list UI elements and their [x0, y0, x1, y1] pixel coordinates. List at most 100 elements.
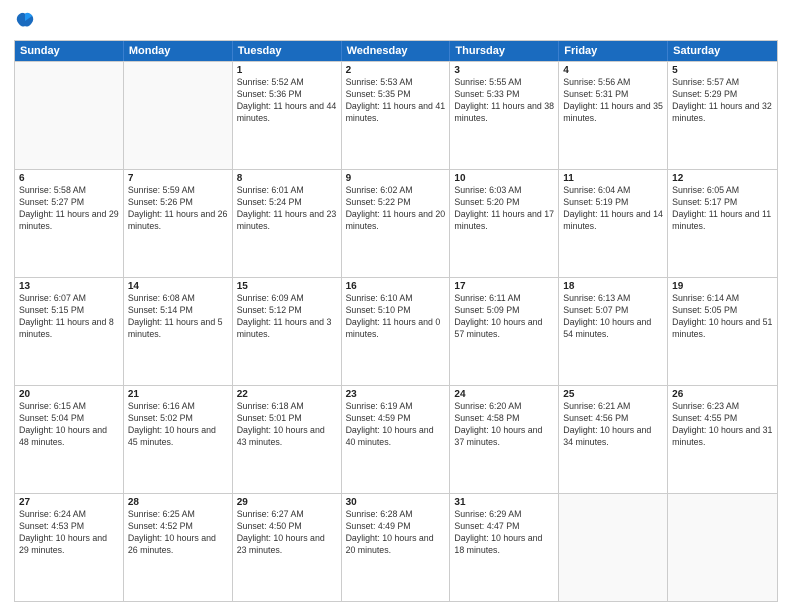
header: [14, 10, 778, 32]
cell-info-23: Sunrise: 6:19 AM Sunset: 4:59 PM Dayligh…: [346, 401, 446, 449]
logo-icon: [14, 10, 36, 32]
cell-info-29: Sunrise: 6:27 AM Sunset: 4:50 PM Dayligh…: [237, 509, 337, 557]
cell-info-25: Sunrise: 6:21 AM Sunset: 4:56 PM Dayligh…: [563, 401, 663, 449]
cell-info-20: Sunrise: 6:15 AM Sunset: 5:04 PM Dayligh…: [19, 401, 119, 449]
day-number-2: 2: [346, 65, 446, 76]
cell-info-30: Sunrise: 6:28 AM Sunset: 4:49 PM Dayligh…: [346, 509, 446, 557]
calendar-cell-20: 20Sunrise: 6:15 AM Sunset: 5:04 PM Dayli…: [15, 386, 124, 493]
calendar-cell-16: 16Sunrise: 6:10 AM Sunset: 5:10 PM Dayli…: [342, 278, 451, 385]
day-number-12: 12: [672, 173, 773, 184]
cell-info-19: Sunrise: 6:14 AM Sunset: 5:05 PM Dayligh…: [672, 293, 773, 341]
calendar-cell-empty: [15, 62, 124, 169]
cell-info-12: Sunrise: 6:05 AM Sunset: 5:17 PM Dayligh…: [672, 185, 773, 233]
cell-info-21: Sunrise: 6:16 AM Sunset: 5:02 PM Dayligh…: [128, 401, 228, 449]
calendar-cell-19: 19Sunrise: 6:14 AM Sunset: 5:05 PM Dayli…: [668, 278, 777, 385]
cell-info-17: Sunrise: 6:11 AM Sunset: 5:09 PM Dayligh…: [454, 293, 554, 341]
day-number-20: 20: [19, 389, 119, 400]
calendar-cell-3: 3Sunrise: 5:55 AM Sunset: 5:33 PM Daylig…: [450, 62, 559, 169]
day-number-21: 21: [128, 389, 228, 400]
cell-info-31: Sunrise: 6:29 AM Sunset: 4:47 PM Dayligh…: [454, 509, 554, 557]
day-number-30: 30: [346, 497, 446, 508]
calendar-cell-25: 25Sunrise: 6:21 AM Sunset: 4:56 PM Dayli…: [559, 386, 668, 493]
cell-info-6: Sunrise: 5:58 AM Sunset: 5:27 PM Dayligh…: [19, 185, 119, 233]
calendar-cell-empty: [559, 494, 668, 601]
calendar-cell-2: 2Sunrise: 5:53 AM Sunset: 5:35 PM Daylig…: [342, 62, 451, 169]
calendar-cell-empty: [124, 62, 233, 169]
calendar-cell-5: 5Sunrise: 5:57 AM Sunset: 5:29 PM Daylig…: [668, 62, 777, 169]
calendar-cell-24: 24Sunrise: 6:20 AM Sunset: 4:58 PM Dayli…: [450, 386, 559, 493]
cell-info-2: Sunrise: 5:53 AM Sunset: 5:35 PM Dayligh…: [346, 77, 446, 125]
cell-info-15: Sunrise: 6:09 AM Sunset: 5:12 PM Dayligh…: [237, 293, 337, 341]
cell-info-11: Sunrise: 6:04 AM Sunset: 5:19 PM Dayligh…: [563, 185, 663, 233]
calendar-cell-9: 9Sunrise: 6:02 AM Sunset: 5:22 PM Daylig…: [342, 170, 451, 277]
day-number-27: 27: [19, 497, 119, 508]
header-day-saturday: Saturday: [668, 41, 777, 61]
calendar-cell-27: 27Sunrise: 6:24 AM Sunset: 4:53 PM Dayli…: [15, 494, 124, 601]
calendar-row-2: 6Sunrise: 5:58 AM Sunset: 5:27 PM Daylig…: [15, 169, 777, 277]
day-number-29: 29: [237, 497, 337, 508]
day-number-22: 22: [237, 389, 337, 400]
calendar-cell-17: 17Sunrise: 6:11 AM Sunset: 5:09 PM Dayli…: [450, 278, 559, 385]
calendar-cell-1: 1Sunrise: 5:52 AM Sunset: 5:36 PM Daylig…: [233, 62, 342, 169]
day-number-17: 17: [454, 281, 554, 292]
calendar-cell-8: 8Sunrise: 6:01 AM Sunset: 5:24 PM Daylig…: [233, 170, 342, 277]
calendar-cell-21: 21Sunrise: 6:16 AM Sunset: 5:02 PM Dayli…: [124, 386, 233, 493]
calendar-row-4: 20Sunrise: 6:15 AM Sunset: 5:04 PM Dayli…: [15, 385, 777, 493]
calendar-cell-11: 11Sunrise: 6:04 AM Sunset: 5:19 PM Dayli…: [559, 170, 668, 277]
day-number-24: 24: [454, 389, 554, 400]
cell-info-1: Sunrise: 5:52 AM Sunset: 5:36 PM Dayligh…: [237, 77, 337, 125]
day-number-26: 26: [672, 389, 773, 400]
cell-info-7: Sunrise: 5:59 AM Sunset: 5:26 PM Dayligh…: [128, 185, 228, 233]
cell-info-27: Sunrise: 6:24 AM Sunset: 4:53 PM Dayligh…: [19, 509, 119, 557]
day-number-6: 6: [19, 173, 119, 184]
cell-info-26: Sunrise: 6:23 AM Sunset: 4:55 PM Dayligh…: [672, 401, 773, 449]
cell-info-28: Sunrise: 6:25 AM Sunset: 4:52 PM Dayligh…: [128, 509, 228, 557]
day-number-19: 19: [672, 281, 773, 292]
day-number-11: 11: [563, 173, 663, 184]
cell-info-13: Sunrise: 6:07 AM Sunset: 5:15 PM Dayligh…: [19, 293, 119, 341]
cell-info-5: Sunrise: 5:57 AM Sunset: 5:29 PM Dayligh…: [672, 77, 773, 125]
day-number-4: 4: [563, 65, 663, 76]
calendar-cell-12: 12Sunrise: 6:05 AM Sunset: 5:17 PM Dayli…: [668, 170, 777, 277]
cell-info-16: Sunrise: 6:10 AM Sunset: 5:10 PM Dayligh…: [346, 293, 446, 341]
calendar-cell-10: 10Sunrise: 6:03 AM Sunset: 5:20 PM Dayli…: [450, 170, 559, 277]
day-number-23: 23: [346, 389, 446, 400]
calendar-cell-14: 14Sunrise: 6:08 AM Sunset: 5:14 PM Dayli…: [124, 278, 233, 385]
calendar-cell-29: 29Sunrise: 6:27 AM Sunset: 4:50 PM Dayli…: [233, 494, 342, 601]
day-number-15: 15: [237, 281, 337, 292]
logo: [14, 10, 40, 32]
day-number-28: 28: [128, 497, 228, 508]
day-number-25: 25: [563, 389, 663, 400]
header-day-friday: Friday: [559, 41, 668, 61]
cell-info-4: Sunrise: 5:56 AM Sunset: 5:31 PM Dayligh…: [563, 77, 663, 125]
header-day-sunday: Sunday: [15, 41, 124, 61]
calendar-header: SundayMondayTuesdayWednesdayThursdayFrid…: [15, 41, 777, 61]
day-number-7: 7: [128, 173, 228, 184]
cell-info-8: Sunrise: 6:01 AM Sunset: 5:24 PM Dayligh…: [237, 185, 337, 233]
header-day-wednesday: Wednesday: [342, 41, 451, 61]
header-day-thursday: Thursday: [450, 41, 559, 61]
calendar-row-1: 1Sunrise: 5:52 AM Sunset: 5:36 PM Daylig…: [15, 61, 777, 169]
calendar-row-3: 13Sunrise: 6:07 AM Sunset: 5:15 PM Dayli…: [15, 277, 777, 385]
day-number-31: 31: [454, 497, 554, 508]
calendar-cell-23: 23Sunrise: 6:19 AM Sunset: 4:59 PM Dayli…: [342, 386, 451, 493]
calendar-body: 1Sunrise: 5:52 AM Sunset: 5:36 PM Daylig…: [15, 61, 777, 601]
calendar-cell-15: 15Sunrise: 6:09 AM Sunset: 5:12 PM Dayli…: [233, 278, 342, 385]
calendar-cell-6: 6Sunrise: 5:58 AM Sunset: 5:27 PM Daylig…: [15, 170, 124, 277]
cell-info-10: Sunrise: 6:03 AM Sunset: 5:20 PM Dayligh…: [454, 185, 554, 233]
calendar-cell-empty: [668, 494, 777, 601]
day-number-16: 16: [346, 281, 446, 292]
calendar-cell-13: 13Sunrise: 6:07 AM Sunset: 5:15 PM Dayli…: [15, 278, 124, 385]
cell-info-22: Sunrise: 6:18 AM Sunset: 5:01 PM Dayligh…: [237, 401, 337, 449]
header-day-tuesday: Tuesday: [233, 41, 342, 61]
day-number-14: 14: [128, 281, 228, 292]
calendar-cell-4: 4Sunrise: 5:56 AM Sunset: 5:31 PM Daylig…: [559, 62, 668, 169]
cell-info-3: Sunrise: 5:55 AM Sunset: 5:33 PM Dayligh…: [454, 77, 554, 125]
day-number-10: 10: [454, 173, 554, 184]
day-number-5: 5: [672, 65, 773, 76]
day-number-9: 9: [346, 173, 446, 184]
cell-info-18: Sunrise: 6:13 AM Sunset: 5:07 PM Dayligh…: [563, 293, 663, 341]
calendar-cell-7: 7Sunrise: 5:59 AM Sunset: 5:26 PM Daylig…: [124, 170, 233, 277]
calendar-cell-31: 31Sunrise: 6:29 AM Sunset: 4:47 PM Dayli…: [450, 494, 559, 601]
cell-info-14: Sunrise: 6:08 AM Sunset: 5:14 PM Dayligh…: [128, 293, 228, 341]
